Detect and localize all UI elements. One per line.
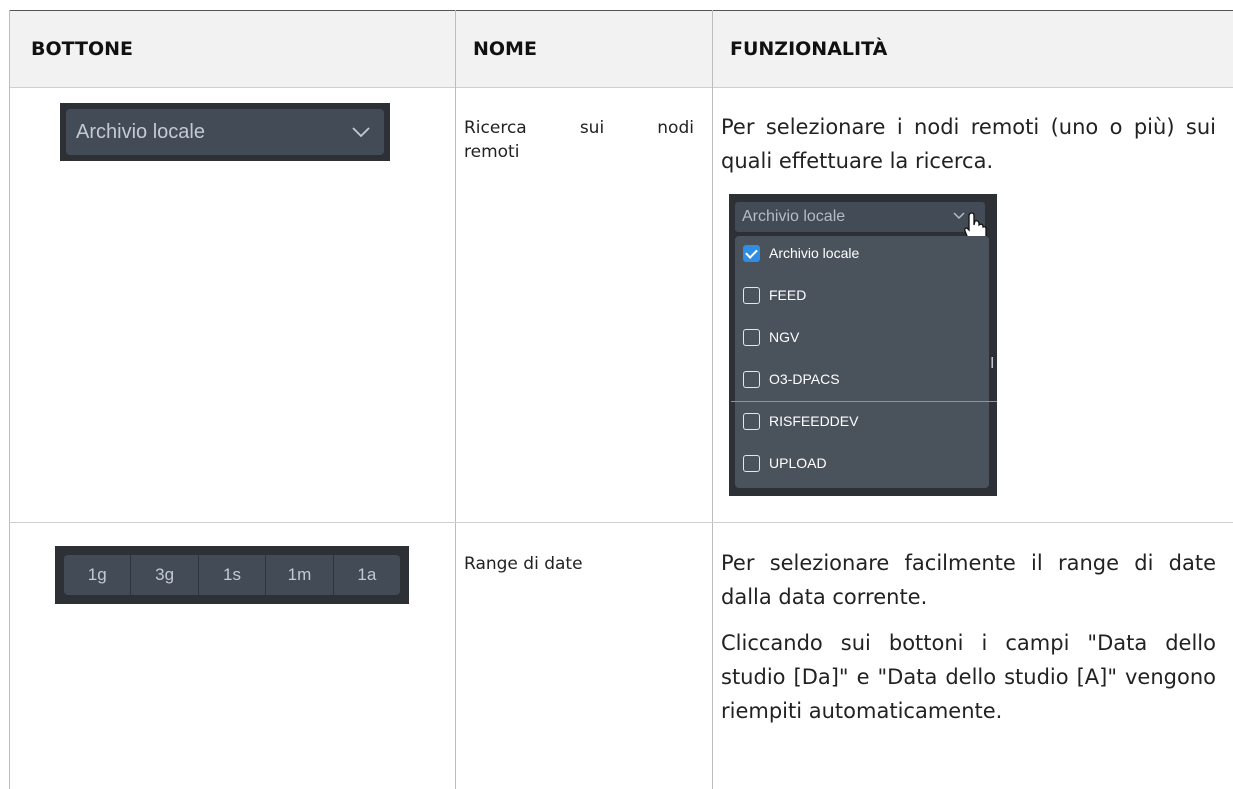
date-range-buttons-image: 1g 3g 1s 1m 1a — [55, 546, 409, 604]
range-button-1m[interactable]: 1m — [266, 555, 334, 595]
row2-name: Range di date — [464, 554, 583, 574]
table-header: BOTTONE NOME FUNZIONALITÀ — [9, 10, 1233, 88]
checkbox-icon — [743, 370, 760, 388]
checkbox-icon — [743, 412, 760, 430]
date-range-button-group: 1g 3g 1s 1m 1a — [64, 555, 400, 595]
option-ngv[interactable]: NGV — [743, 325, 799, 349]
option-upload[interactable]: UPLOAD — [743, 451, 827, 475]
row1-name-line2: remoti — [464, 142, 520, 162]
option-o3-dpacs[interactable]: O3-DPACS — [743, 367, 840, 391]
checkbox-checked-icon — [743, 244, 760, 262]
row2-function-p2: Cliccando sui bottoni i campi "Data dell… — [721, 631, 1216, 723]
checkbox-icon — [743, 286, 760, 304]
column-divider-1 — [455, 10, 456, 789]
dropdown-options-list: Archivio locale FEED NGV O3-DPACS RISFEE… — [735, 236, 989, 488]
table-border-left — [9, 10, 10, 789]
range-button-1a[interactable]: 1a — [334, 555, 400, 595]
checkbox-icon — [743, 328, 760, 346]
background-letter: I — [990, 355, 995, 372]
row1-name-line1: Ricerca sui nodi — [464, 118, 694, 138]
row-divider — [9, 522, 1233, 523]
range-button-1s[interactable]: 1s — [199, 555, 267, 595]
column-divider-2 — [712, 10, 713, 789]
expanded-dropdown-header[interactable]: Archivio locale — [735, 202, 985, 232]
header-nome: NOME — [473, 38, 537, 60]
row1-function-text: Per selezionare i nodi remoti (uno o più… — [721, 115, 1216, 173]
header-bottone: BOTTONE — [31, 38, 134, 60]
range-button-3g[interactable]: 3g — [131, 555, 199, 595]
remote-nodes-dropdown-expanded-image: Archivio locale Archivio locale FEED NGV… — [729, 194, 997, 496]
remote-nodes-dropdown-image: Archivio locale — [60, 103, 390, 161]
checkbox-icon — [743, 454, 760, 472]
header-funzionalita: FUNZIONALITÀ — [730, 38, 888, 60]
dropdown-value: Archivio locale — [76, 121, 205, 143]
row2-function-p1: Per selezionare facilmente il range di d… — [721, 551, 1216, 609]
row2-function: Per selezionare facilmente il range di d… — [721, 546, 1216, 740]
row1-name: Ricerca sui nodi remoti — [464, 116, 694, 164]
option-risfeeddev[interactable]: RISFEEDDEV — [743, 409, 858, 433]
option-archivio-locale[interactable]: Archivio locale — [743, 241, 859, 265]
option-feed[interactable]: FEED — [743, 283, 806, 307]
range-button-1g[interactable]: 1g — [64, 555, 132, 595]
background-divider — [731, 401, 997, 402]
remote-nodes-dropdown[interactable]: Archivio locale — [66, 109, 384, 155]
chevron-down-icon — [352, 127, 370, 138]
